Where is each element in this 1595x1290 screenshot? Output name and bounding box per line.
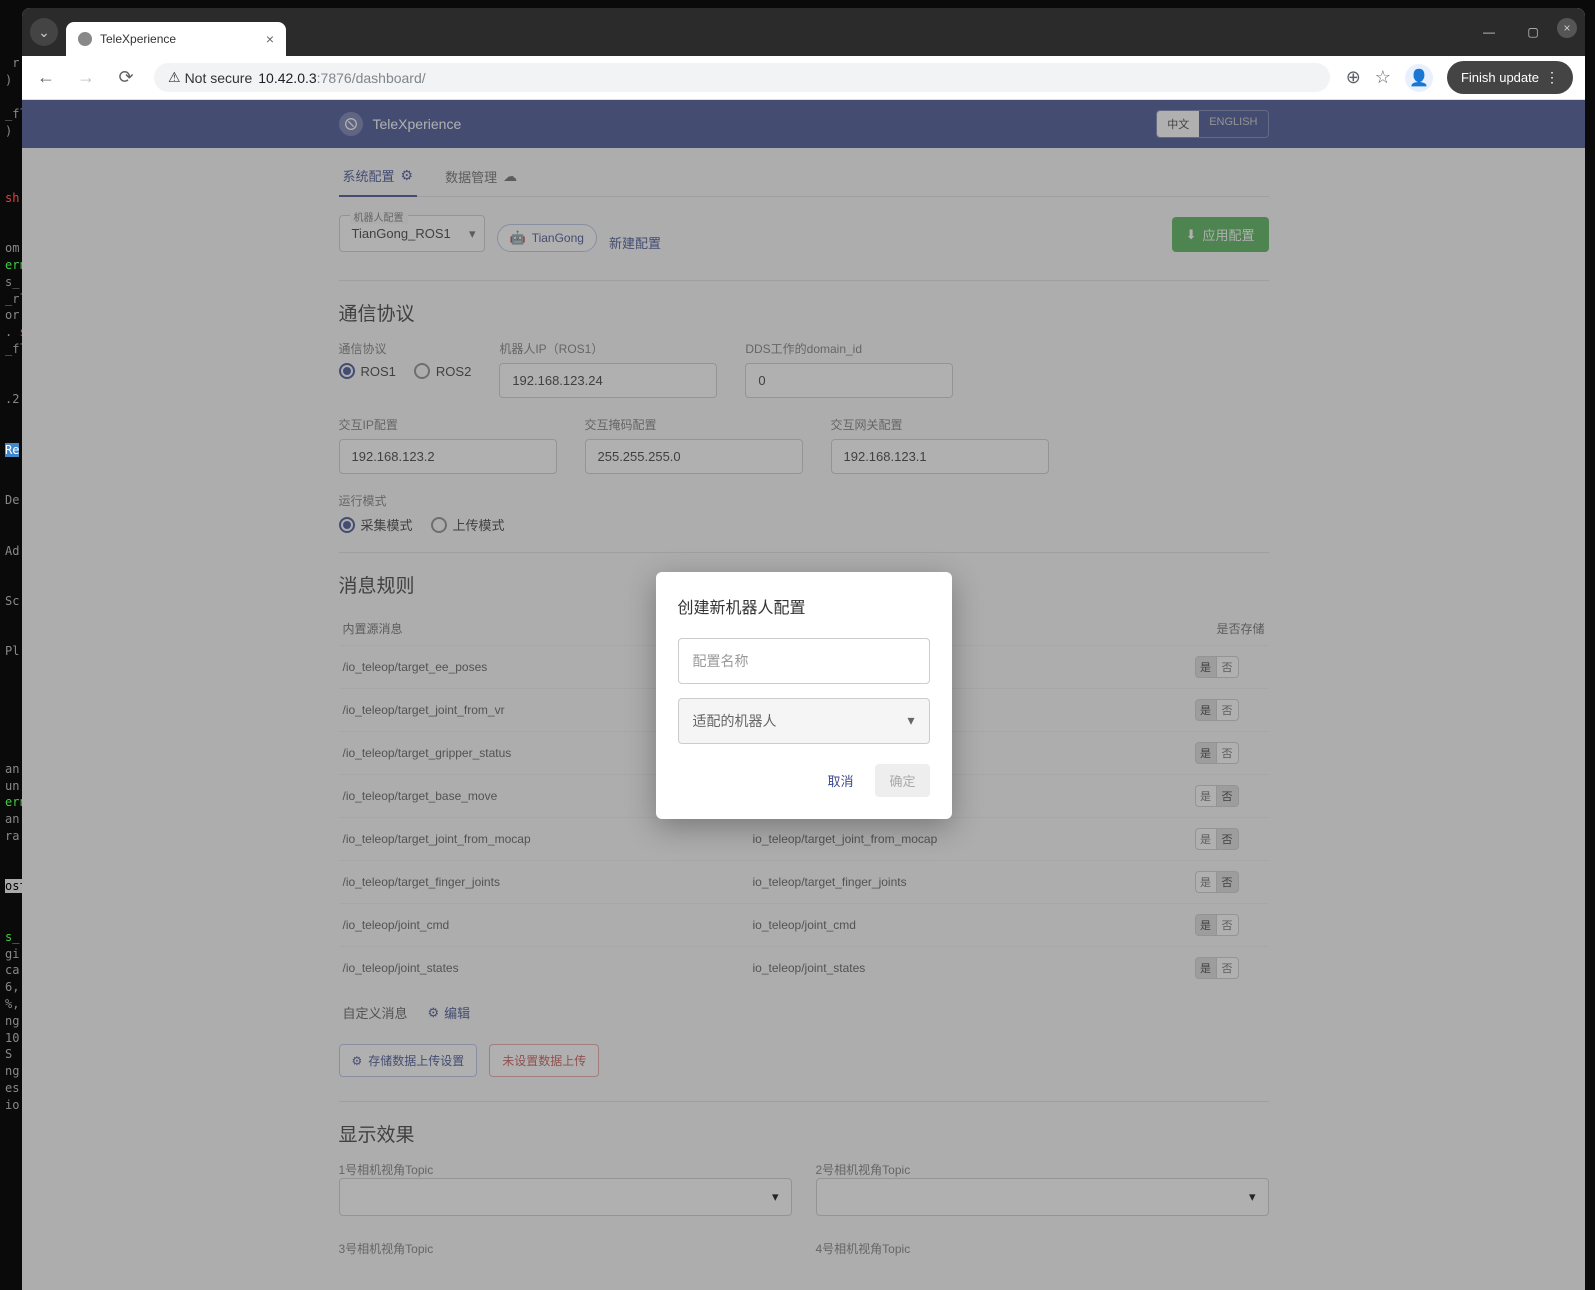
back-icon[interactable]: ← [34, 67, 58, 88]
url-input[interactable]: ⚠ Not secure 10.42.0.3:7876/dashboard/ [154, 63, 1330, 92]
browser-window: ⌄ TeleXperience × — ▢ × ← → ⟳ ⚠ Not secu… [22, 8, 1585, 1290]
address-bar: ← → ⟳ ⚠ Not secure 10.42.0.3:7876/dashbo… [22, 56, 1585, 100]
warning-icon: ⚠ [168, 69, 181, 86]
chevron-down-icon: ▾ [907, 712, 914, 729]
create-config-modal: 创建新机器人配置 配置名称 适配的机器人 ▾ 取消 确定 [656, 572, 952, 819]
window-titlebar: ⌄ TeleXperience × — ▢ × [22, 8, 1585, 56]
robot-type-select[interactable]: 适配的机器人 ▾ [678, 698, 930, 744]
reload-icon[interactable]: ⟳ [114, 67, 138, 88]
window-minimize-icon[interactable]: — [1469, 18, 1509, 46]
window-maximize-icon[interactable]: ▢ [1513, 18, 1553, 46]
zoom-icon[interactable]: ⊕ [1346, 67, 1361, 88]
browser-tab[interactable]: TeleXperience × [66, 22, 286, 56]
tab-close-icon[interactable]: × [266, 31, 274, 47]
modal-overlay[interactable]: 创建新机器人配置 配置名称 适配的机器人 ▾ 取消 确定 [22, 100, 1585, 1290]
forward-icon[interactable]: → [74, 67, 98, 88]
finish-update-button[interactable]: Finish update ⋮ [1447, 61, 1573, 94]
config-name-input[interactable]: 配置名称 [678, 638, 930, 684]
bookmark-icon[interactable]: ☆ [1375, 67, 1391, 88]
tab-title: TeleXperience [100, 32, 258, 46]
window-close-icon[interactable]: × [1557, 18, 1577, 38]
cancel-button[interactable]: 取消 [813, 764, 867, 797]
modal-title: 创建新机器人配置 [678, 594, 930, 618]
page-content: TeleXperience 中文 ENGLISH 系统配置 ⚙ 数据管理 ☁ [22, 100, 1585, 1290]
confirm-button[interactable]: 确定 [875, 764, 929, 797]
profile-icon[interactable]: 👤 [1405, 64, 1433, 92]
tab-search-icon[interactable]: ⌄ [30, 18, 58, 46]
security-chip[interactable]: ⚠ Not secure [168, 69, 252, 86]
tab-favicon-icon [78, 32, 92, 46]
menu-dots-icon: ⋮ [1545, 69, 1559, 86]
